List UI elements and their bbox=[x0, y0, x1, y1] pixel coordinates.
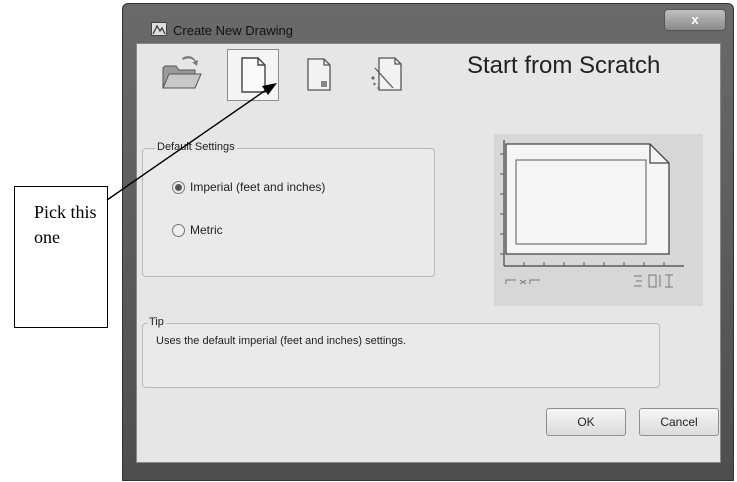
imperial-label: Imperial (feet and inches) bbox=[190, 180, 326, 194]
open-drawing-button[interactable] bbox=[157, 50, 205, 98]
tip-group bbox=[142, 323, 660, 388]
default-settings-group bbox=[142, 148, 435, 277]
ok-button[interactable]: OK bbox=[546, 408, 626, 436]
annotation-text: Pick this one bbox=[34, 202, 97, 247]
blank-page-icon bbox=[241, 57, 266, 93]
tip-legend: Tip bbox=[147, 316, 166, 328]
use-template-button[interactable] bbox=[295, 50, 343, 98]
close-button[interactable]: x bbox=[664, 9, 726, 31]
dialog-window: Create New Drawing x Start from Scratch … bbox=[122, 3, 734, 481]
use-wizard-button[interactable] bbox=[363, 50, 411, 98]
tip-text: Uses the default imperial (feet and inch… bbox=[156, 335, 407, 347]
wizard-page-icon bbox=[371, 57, 402, 91]
mode-title: Start from Scratch bbox=[467, 52, 661, 79]
folder-open-icon bbox=[162, 56, 202, 89]
template-page-icon bbox=[307, 58, 331, 91]
preview-drawing bbox=[500, 140, 684, 288]
imperial-radio[interactable] bbox=[172, 181, 185, 194]
dialog-body: Start from Scratch Default Settings Impe… bbox=[136, 43, 721, 463]
preview-pane bbox=[494, 134, 703, 306]
cancel-button[interactable]: Cancel bbox=[639, 408, 719, 436]
app-icon bbox=[151, 22, 167, 36]
annotation-callout: Pick this one bbox=[14, 186, 108, 328]
metric-radio[interactable] bbox=[172, 224, 185, 237]
title-bar[interactable]: Create New Drawing x bbox=[123, 4, 733, 44]
metric-label: Metric bbox=[190, 223, 223, 237]
close-icon: x bbox=[691, 12, 699, 27]
window-title: Create New Drawing bbox=[173, 23, 293, 38]
default-settings-legend: Default Settings bbox=[155, 141, 237, 153]
start-from-scratch-button[interactable] bbox=[227, 49, 279, 101]
